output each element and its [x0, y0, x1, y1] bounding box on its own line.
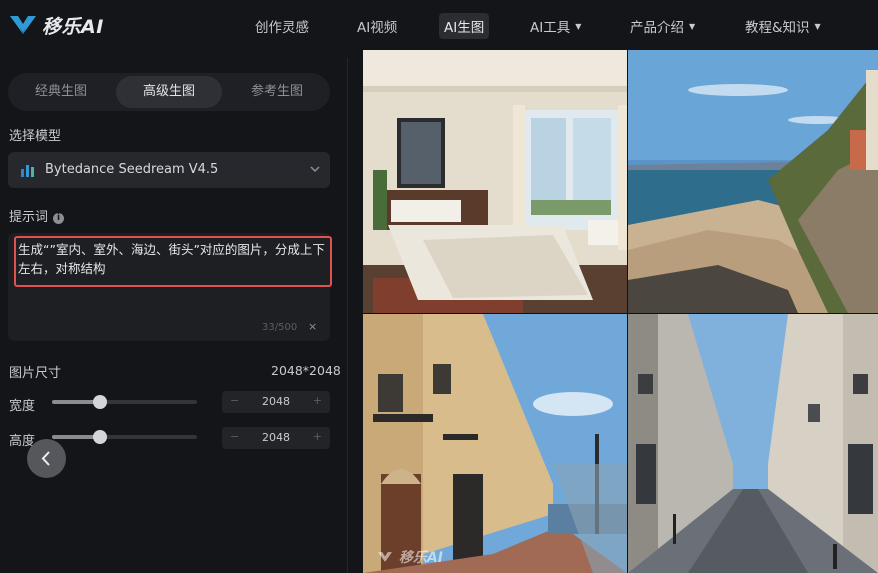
- width-slider[interactable]: [52, 400, 197, 404]
- nav-item-ai-image[interactable]: AI生图: [439, 13, 490, 39]
- image-street-perspective[interactable]: [628, 314, 878, 573]
- beach-image: [628, 50, 878, 313]
- logo-icon: [378, 552, 392, 562]
- street-image: [363, 314, 627, 573]
- nav-item-tutorials[interactable]: 教程&知识 ▼: [745, 13, 821, 39]
- model-name: Bytedance Seedream V4.5: [45, 162, 219, 177]
- logo-text: 移乐AI: [42, 15, 104, 38]
- panel-divider: [347, 58, 348, 573]
- size-value: 2048*2048: [271, 363, 341, 378]
- chevron-down-icon: [310, 166, 320, 173]
- width-slider-fill: [52, 400, 99, 404]
- collapse-panel-button[interactable]: [27, 439, 66, 478]
- top-navigation-bar: 移乐AI 创作灵感 AI视频 AI生图 AI工具 ▼ 产品介绍 ▼ 教程&知识 ▼: [0, 0, 878, 50]
- image-street-balconies[interactable]: [363, 314, 627, 573]
- info-icon[interactable]: i: [53, 213, 65, 224]
- height-slider-handle[interactable]: [93, 430, 107, 444]
- bedroom-image: [363, 50, 627, 313]
- height-slider[interactable]: [52, 435, 197, 439]
- width-label: 宽度: [9, 399, 36, 414]
- chevron-down-icon: ▼: [814, 21, 821, 31]
- app-logo[interactable]: 移乐AI: [8, 10, 104, 40]
- prompt-section-label: 提示词 i: [9, 206, 65, 225]
- plus-icon[interactable]: +: [313, 430, 322, 443]
- chevron-down-icon: ▼: [575, 21, 582, 31]
- watermark: 移乐AI: [376, 547, 443, 567]
- nav-item-inspiration[interactable]: 创作灵感: [255, 13, 309, 39]
- tab-advanced[interactable]: 高级生图: [116, 76, 222, 108]
- width-stepper[interactable]: − 2048 +: [222, 391, 330, 413]
- nav-item-ai-video[interactable]: AI视频: [357, 13, 397, 39]
- model-select[interactable]: Bytedance Seedream V4.5: [8, 152, 330, 188]
- size-section-label: 图片尺寸: [9, 366, 62, 381]
- char-count: 33/500: [262, 322, 298, 333]
- tab-reference[interactable]: 参考生图: [224, 76, 330, 108]
- height-stepper[interactable]: − 2048 +: [222, 427, 330, 449]
- nav-item-products[interactable]: 产品介绍 ▼: [630, 13, 695, 39]
- nav-item-ai-tools[interactable]: AI工具 ▼: [530, 13, 581, 39]
- model-section-label: 选择模型: [9, 129, 62, 144]
- logo-icon: [10, 16, 36, 34]
- plus-icon[interactable]: +: [313, 394, 322, 407]
- width-slider-handle[interactable]: [93, 395, 107, 409]
- image-bedroom[interactable]: [363, 50, 627, 313]
- street-perspective-image: [628, 314, 878, 573]
- bar-chart-icon: [21, 165, 34, 177]
- chevron-down-icon: ▼: [689, 21, 696, 31]
- prompt-text: 生成“”室内、室外、海边、街头”对应的图片，分成上下左右，对称结构: [18, 242, 325, 276]
- chevron-left-icon: [41, 451, 50, 466]
- height-slider-fill: [52, 435, 99, 439]
- mode-tabs: 经典生图 高级生图 参考生图: [8, 73, 330, 111]
- generated-images-area: [363, 50, 878, 573]
- tab-classic[interactable]: 经典生图: [8, 76, 114, 108]
- image-beach[interactable]: [628, 50, 878, 313]
- clear-prompt-icon[interactable]: ×: [308, 320, 317, 333]
